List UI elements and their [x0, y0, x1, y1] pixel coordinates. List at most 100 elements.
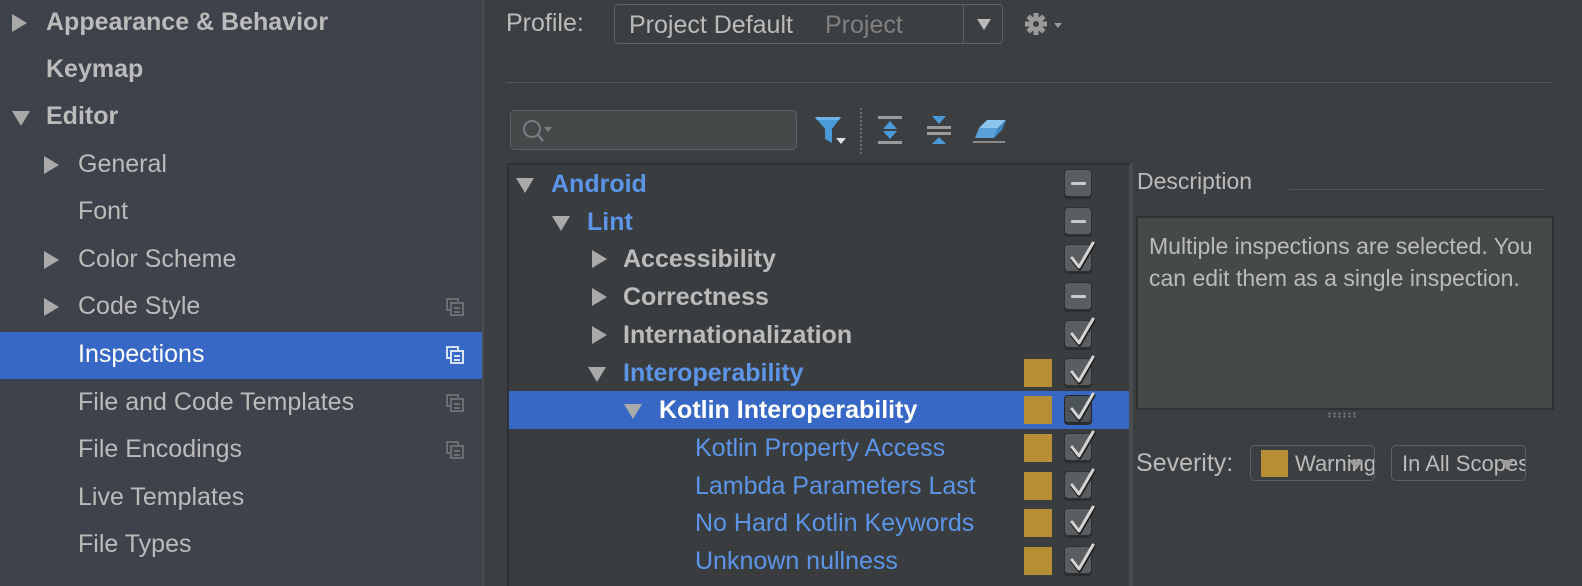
dash-icon [1071, 295, 1086, 299]
severity-swatch [1024, 471, 1052, 500]
project-level-settings-icon [446, 394, 464, 412]
sidebar-item-label: Font [78, 197, 129, 225]
severity-swatch [1024, 509, 1052, 538]
chevron-right-icon[interactable] [44, 156, 59, 174]
severity-swatch [1024, 358, 1052, 387]
enabled-checkbox[interactable] [1064, 430, 1096, 461]
profile-dropdown[interactable]: Project Default Project [614, 4, 1003, 44]
tree-row[interactable]: No Hard Kotlin Keywords [509, 504, 1129, 542]
sidebar-item[interactable]: Color Scheme [0, 237, 482, 284]
tree-row-label: Accessibility [623, 245, 776, 274]
partial-checkbox[interactable] [1064, 282, 1092, 311]
severity-label: Severity: [1136, 449, 1234, 477]
chevron-down-icon[interactable] [588, 366, 606, 382]
tree-row[interactable]: Internationalization [509, 316, 1129, 354]
sidebar-item[interactable]: Code Style [0, 284, 482, 331]
tree-row-label: Lint [587, 207, 633, 236]
chevron-down-icon[interactable] [552, 215, 570, 231]
tree-description-splitter[interactable] [1131, 163, 1133, 586]
sidebar-item-label: Keymap [46, 55, 144, 83]
sidebar-item[interactable]: Keymap [0, 47, 482, 94]
settings-inspections-page: Appearance & Behavior Keymap Editor General… [0, 0, 1582, 586]
search-input[interactable] [557, 117, 787, 143]
project-level-settings-icon [446, 441, 464, 459]
chevron-down-icon[interactable] [624, 404, 642, 420]
severity-swatch [1024, 396, 1052, 425]
sidebar-item-label: Color Scheme [78, 245, 237, 273]
severity-dropdown[interactable]: Warning [1250, 445, 1375, 481]
profile-label: Profile: [506, 9, 584, 37]
inspection-search-field[interactable] [510, 110, 797, 150]
chevron-down-icon [1349, 460, 1363, 470]
header-divider [506, 82, 1552, 83]
gear-icon[interactable] [1022, 10, 1066, 38]
project-level-settings-icon [446, 298, 464, 316]
chevron-right-icon[interactable] [44, 251, 59, 269]
tree-row[interactable]: Kotlin Property Access [509, 429, 1129, 467]
sidebar-item-label: File Encodings [78, 435, 242, 463]
enabled-checkbox[interactable] [1064, 241, 1096, 273]
toolbar-separator [860, 108, 862, 154]
enabled-checkbox[interactable] [1064, 355, 1096, 386]
enabled-checkbox[interactable] [1064, 317, 1096, 348]
chevron-right-icon[interactable] [592, 250, 607, 269]
profile-scope: Project [825, 11, 903, 39]
tree-row[interactable]: Lint [509, 203, 1129, 241]
dropdown-separator [963, 5, 964, 43]
sidebar-item[interactable]: File and Code Templates [0, 380, 482, 427]
sidebar-item[interactable]: Live Templates [0, 475, 482, 522]
sidebar-item[interactable]: File Encodings [0, 427, 482, 474]
tree-row-label: Lambda Parameters Last [695, 471, 976, 500]
eraser-icon[interactable] [970, 112, 1006, 148]
expand-all-icon[interactable] [872, 112, 908, 148]
collapse-all-icon[interactable] [921, 112, 957, 148]
tree-row-label: Internationalization [623, 320, 853, 349]
search-icon[interactable] [521, 118, 555, 149]
tree-row[interactable]: Accessibility [509, 240, 1129, 278]
sidebar-item-label: File Types [78, 530, 192, 558]
sidebar-item[interactable]: General [0, 142, 482, 189]
severity-swatch [1024, 433, 1052, 462]
sidebar-item[interactable]: File Types [0, 522, 482, 569]
tree-row[interactable]: Android [509, 165, 1129, 203]
tree-row-label: Android [551, 170, 647, 198]
sidebar-item-label: Editor [46, 102, 119, 130]
filter-icon[interactable] [812, 112, 848, 148]
sidebar-item[interactable]: Inspections [0, 332, 482, 379]
chevron-down-icon[interactable] [516, 178, 534, 193]
partial-checkbox[interactable] [1064, 206, 1092, 235]
partial-checkbox[interactable] [1064, 169, 1092, 197]
sidebar-item-label: Appearance & Behavior [46, 8, 329, 36]
sidebar-item[interactable]: Editor [0, 94, 482, 141]
chevron-right-icon[interactable] [592, 288, 607, 307]
chevron-right-icon[interactable] [12, 14, 27, 32]
scope-dropdown[interactable]: In All Scopes [1391, 445, 1526, 481]
sidebar-item[interactable]: Font [0, 189, 482, 236]
tree-row[interactable]: Correctness [509, 278, 1129, 316]
sidebar-item[interactable]: Appearance & Behavior [0, 0, 482, 47]
enabled-checkbox[interactable] [1064, 468, 1096, 499]
dash-icon [1071, 219, 1086, 223]
tree-row[interactable]: Unknown nullness [509, 542, 1129, 580]
inspections-tree: Android Lint Accessibility Correctness Inter… [507, 163, 1131, 586]
severity-swatch [1024, 547, 1052, 575]
tree-row-label: Unknown nullness [695, 547, 898, 575]
enabled-checkbox[interactable] [1064, 505, 1096, 537]
chevron-down-icon[interactable] [977, 19, 991, 30]
chevron-right-icon[interactable] [44, 298, 59, 316]
profile-name: Project Default [629, 11, 793, 39]
tree-row[interactable]: Interoperability [509, 354, 1129, 392]
severity-value: Warning [1295, 451, 1375, 476]
chevron-right-icon[interactable] [592, 325, 607, 344]
sidebar-item-label: General [78, 150, 167, 178]
enabled-checkbox[interactable] [1064, 392, 1096, 424]
resize-grip[interactable] [1327, 412, 1357, 418]
settings-sidebar: Appearance & Behavior Keymap Editor General… [0, 0, 484, 586]
tree-row[interactable]: Kotlin Interoperability [509, 391, 1129, 430]
chevron-down-icon[interactable] [12, 111, 30, 126]
tree-row[interactable]: Lambda Parameters Last [509, 467, 1129, 505]
tree-row-label: Correctness [623, 283, 769, 312]
description-title-line [1289, 189, 1545, 190]
enabled-checkbox[interactable] [1064, 543, 1096, 574]
sidebar-item-label: Inspections [78, 340, 205, 368]
